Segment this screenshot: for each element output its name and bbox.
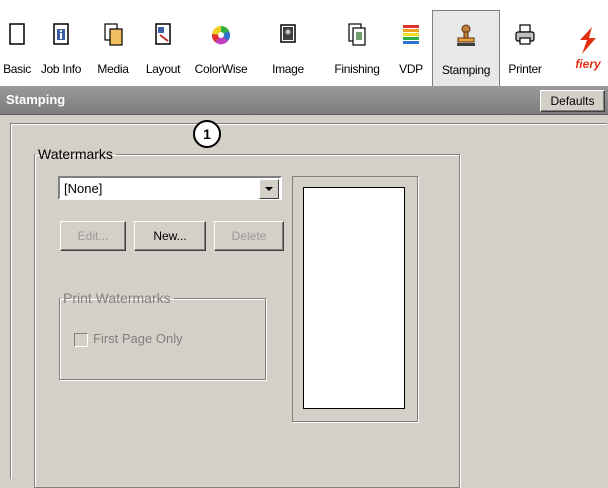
fiery-bolt-icon (580, 27, 596, 54)
tab-colorwise[interactable]: ColorWise (188, 0, 254, 86)
tab-layout[interactable]: Layout (138, 0, 188, 86)
tab-job-info[interactable]: Job Info (34, 0, 88, 86)
defaults-button[interactable]: Defaults (540, 90, 605, 112)
stamp-icon (457, 24, 475, 46)
panel-header: Stamping Defaults (0, 86, 608, 115)
tab-stamping[interactable]: Stamping (432, 10, 500, 87)
callout-marker: 1 (193, 120, 221, 148)
delete-button[interactable]: Delete (214, 221, 284, 251)
tab-label: Stamping (441, 63, 491, 77)
fiery-logo-text: fiery (575, 57, 601, 71)
watermarks-legend: Watermarks (38, 146, 113, 162)
watermark-select[interactable]: [None] (58, 176, 282, 200)
tab-media[interactable]: Media (88, 0, 138, 86)
vdp-stack-icon (403, 25, 419, 44)
tab-label: Printer (508, 62, 542, 76)
media-page-icon (104, 23, 123, 46)
info-page-icon (53, 23, 69, 45)
page-title: Stamping (6, 92, 66, 107)
tab-label: Image (272, 62, 304, 76)
tab-label: Media (97, 62, 129, 76)
dropdown-button[interactable] (259, 179, 279, 199)
finishing-icon (348, 23, 366, 46)
tab-label: VDP (399, 62, 423, 76)
color-wheel-icon (211, 26, 231, 45)
watermark-preview-frame (292, 176, 418, 422)
tab-label: Layout (145, 62, 181, 76)
tab-basic[interactable]: Basic (0, 0, 34, 86)
toolbar: Basic Job Info Media Layout ColorWise Im… (0, 0, 608, 87)
first-page-only-checkbox[interactable] (74, 333, 88, 347)
tab-label: Finishing (334, 62, 380, 76)
printer-icon (515, 24, 535, 45)
tab-finishing[interactable]: Finishing (322, 0, 392, 86)
tab-label: ColorWise (194, 62, 248, 76)
image-icon (280, 24, 296, 43)
watermark-select-value: [None] (64, 181, 103, 196)
layout-page-icon (155, 23, 171, 45)
tab-image[interactable]: Image (254, 0, 322, 86)
chevron-down-icon (265, 187, 273, 191)
edit-button[interactable]: Edit... (60, 221, 126, 251)
tab-vdp[interactable]: VDP (392, 0, 430, 86)
tab-label: Basic (3, 62, 31, 76)
print-watermarks-legend: Print Watermarks (63, 290, 171, 306)
tab-printer[interactable]: Printer (500, 0, 550, 86)
watermark-preview-page (303, 187, 405, 409)
tab-label: Job Info (40, 62, 82, 76)
new-button[interactable]: New... (134, 221, 206, 251)
fiery-logo: fiery (572, 26, 604, 74)
blank-page-icon (9, 23, 25, 45)
first-page-only-label: First Page Only (93, 331, 183, 346)
